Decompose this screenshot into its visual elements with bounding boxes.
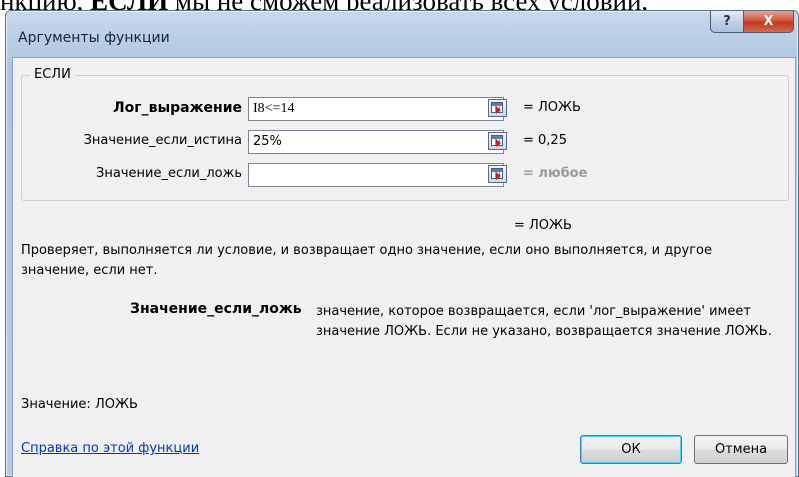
arg-label-value-if-false: Значение_если_ложь bbox=[96, 166, 242, 181]
cancel-button[interactable]: Отмена bbox=[694, 435, 788, 464]
dialog-body: ЕСЛИ Лог_выражение I8<=14 = ЛОЖЬ Значени… bbox=[12, 57, 796, 477]
range-select-button-logical-test[interactable] bbox=[488, 99, 507, 117]
value-summary: Значение: ЛОЖЬ bbox=[21, 397, 138, 412]
value-if-false-input[interactable] bbox=[248, 163, 504, 187]
arg-label-logical-test: Лог_выражение bbox=[113, 100, 242, 116]
function-arguments-dialog: Аргументы функции ? X ЕСЛИ Лог_выражение… bbox=[5, 10, 799, 477]
title-bar[interactable]: Аргументы функции ? X bbox=[6, 11, 798, 57]
logical-test-input[interactable]: I8<=14 bbox=[248, 97, 504, 121]
parameter-description: значение, которое возвращается, если 'ло… bbox=[316, 304, 772, 339]
arguments-group: ЕСЛИ Лог_выражение I8<=14 = ЛОЖЬ Значени… bbox=[21, 67, 790, 201]
ok-button[interactable]: ОК bbox=[580, 435, 682, 464]
range-select-button-value-if-true[interactable] bbox=[488, 132, 507, 150]
arg-row-value-if-true: Значение_если_истина 25% = 0,25 bbox=[22, 130, 790, 154]
arg-row-logical-test: Лог_выражение I8<=14 = ЛОЖЬ bbox=[22, 97, 790, 121]
formula-result: = ЛОЖЬ bbox=[514, 218, 572, 233]
close-icon: X bbox=[763, 14, 774, 29]
arg-result-value-if-true: = 0,25 bbox=[523, 133, 567, 148]
arrow-icon bbox=[496, 139, 501, 147]
help-button[interactable]: ? bbox=[710, 11, 744, 33]
function-help-link[interactable]: Справка по этой функции bbox=[21, 441, 199, 456]
help-icon: ? bbox=[723, 14, 731, 29]
arg-label-value-if-true: Значение_если_истина bbox=[83, 133, 242, 148]
window-controls: ? X bbox=[710, 11, 794, 33]
arg-row-value-if-false: Значение_если_ложь = любое bbox=[22, 163, 790, 187]
arg-result-logical-test: = ЛОЖЬ bbox=[523, 100, 581, 115]
range-select-button-value-if-false[interactable] bbox=[488, 165, 507, 183]
arrow-icon bbox=[496, 172, 501, 180]
arrow-icon bbox=[496, 106, 501, 114]
arg-result-value-if-false: = любое bbox=[523, 166, 588, 181]
function-name: ЕСЛИ bbox=[30, 67, 75, 82]
parameter-name: Значение_если_ложь bbox=[130, 301, 302, 317]
close-button[interactable]: X bbox=[744, 11, 794, 33]
dialog-title: Аргументы функции bbox=[18, 30, 170, 46]
function-description: Проверяет, выполняется ли условие, и воз… bbox=[21, 243, 712, 278]
value-if-true-input[interactable]: 25% bbox=[248, 130, 504, 154]
